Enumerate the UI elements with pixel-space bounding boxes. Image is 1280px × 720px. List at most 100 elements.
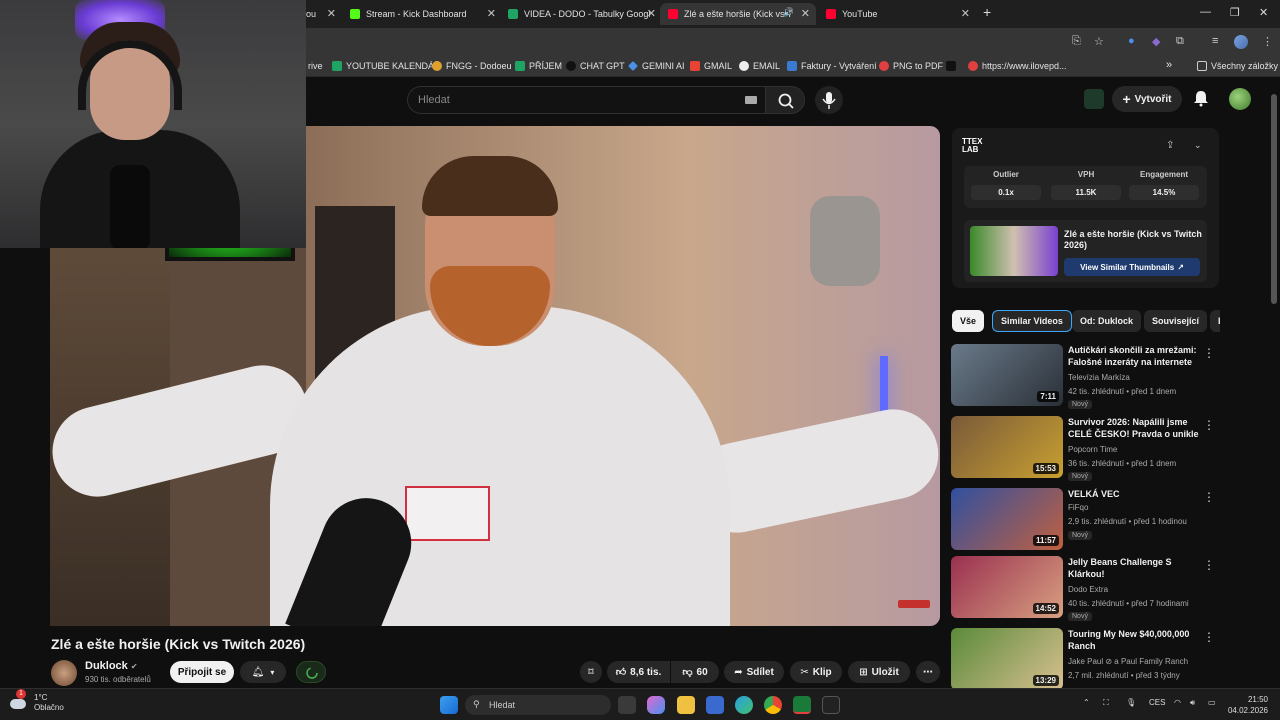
more-actions-button[interactable]: ⋯: [916, 661, 940, 683]
tab-drive[interactable]: ou ✕: [306, 3, 336, 25]
page-scrollbar[interactable]: [1271, 82, 1277, 688]
video-thumbnail[interactable]: 13:29: [951, 628, 1063, 690]
search-input[interactable]: Hledat: [407, 86, 765, 114]
recommendation-item[interactable]: 7:11 Autičkári skončili za mrežami: Falo…: [951, 344, 1219, 409]
video-thumbnail[interactable]: 15:53: [951, 416, 1063, 478]
chevron-down-icon[interactable]: ⌄: [1194, 140, 1202, 151]
menu-icon[interactable]: ⋮: [1262, 35, 1273, 48]
recommendation-title[interactable]: Jelly Beans Challenge S Klárkou!: [1068, 556, 1200, 580]
more-vertical-icon[interactable]: ⋮: [1203, 630, 1215, 644]
close-icon[interactable]: ✕: [327, 7, 336, 20]
new-tab-button[interactable]: +: [983, 4, 991, 20]
extension-icon[interactable]: ●: [1128, 35, 1135, 47]
save-button[interactable]: ⊞ Uložit: [848, 661, 910, 683]
bookmark-item[interactable]: https://www.ilovepd...: [968, 61, 1067, 71]
video-thumbnail[interactable]: 14:52: [951, 556, 1063, 618]
close-icon[interactable]: ✕: [801, 7, 810, 20]
dislike-button[interactable]: 👎︎ 60: [671, 661, 719, 683]
join-button[interactable]: Připojit se: [170, 661, 234, 683]
tab-kick-dashboard[interactable]: Stream - Kick Dashboard ✕: [350, 3, 496, 25]
tab-youtube[interactable]: YouTube ✕: [826, 3, 970, 25]
recommendation-title[interactable]: Survivor 2026: Napálili jsme CELÉ ČESKO!…: [1068, 416, 1200, 440]
chip-from-channel[interactable]: Od: Duklock: [1072, 310, 1142, 332]
recommendation-item[interactable]: 14:52 Jelly Beans Challenge S Klárkou! D…: [951, 556, 1219, 621]
start-icon[interactable]: [440, 696, 458, 714]
bookmark-item[interactable]: rive: [308, 61, 323, 71]
store-icon[interactable]: [706, 696, 724, 714]
video-thumbnail[interactable]: 7:11: [951, 344, 1063, 406]
channel-avatar[interactable]: [51, 660, 77, 686]
channel-name[interactable]: Duklock ✔: [85, 660, 138, 672]
bookmark-item[interactable]: FNGG - Dodoeu: [432, 61, 512, 71]
recommendation-channel[interactable]: FiFqo: [1068, 503, 1088, 512]
bookmark-item[interactable]: GEMINI AI: [628, 61, 685, 71]
bookmark-button[interactable]: ⌑: [580, 661, 602, 683]
bookmark-item[interactable]: EMAIL: [739, 61, 780, 71]
voice-search-button[interactable]: [815, 86, 843, 114]
create-button[interactable]: + Vytvořit: [1112, 86, 1182, 112]
video-thumbnail[interactable]: 11:57: [951, 488, 1063, 550]
profile-avatar[interactable]: [1229, 88, 1251, 110]
recommendation-title[interactable]: VELKÁ VEC: [1068, 488, 1200, 500]
share-button[interactable]: ➦ Sdílet: [724, 661, 784, 683]
bookmark-item[interactable]: CHAT GPT: [566, 61, 625, 71]
recommendation-channel[interactable]: Televízia Markíza: [1068, 373, 1130, 382]
maximize-icon[interactable]: ❐: [1230, 6, 1240, 19]
reading-list-icon[interactable]: ≡: [1212, 35, 1218, 47]
more-vertical-icon[interactable]: ⋮: [1203, 346, 1215, 360]
tab-active-video[interactable]: Zlé a ešte horšie (Kick vs Tw 🔊 ✕: [660, 3, 816, 25]
like-button[interactable]: 👍︎ 8,6 tis.: [607, 661, 670, 683]
mute-icon[interactable]: 🔊: [783, 7, 794, 18]
chevron-up-icon[interactable]: ⌃: [1083, 698, 1090, 707]
profile-avatar[interactable]: [1234, 35, 1248, 49]
bookmark-item[interactable]: PNG to PDF: [879, 61, 943, 71]
clock[interactable]: 21:50 04.02.2026: [1228, 694, 1268, 716]
epic-games-icon[interactable]: [822, 696, 840, 714]
recommendation-item[interactable]: 13:29 Touring My New $40,000,000 Ranch J…: [951, 628, 1219, 692]
video-thumbnail[interactable]: [970, 226, 1058, 276]
recommendation-channel[interactable]: Dodo Extra: [1068, 585, 1108, 594]
language-indicator[interactable]: CES: [1149, 698, 1165, 707]
window-close-icon[interactable]: ✕: [1259, 6, 1268, 19]
more-vertical-icon[interactable]: ⋮: [1203, 418, 1215, 432]
chip-more[interactable]: I: [1210, 310, 1220, 332]
wifi-icon[interactable]: ◠: [1174, 698, 1181, 707]
copilot-icon[interactable]: [647, 696, 665, 714]
extension-icon[interactable]: ◆: [1152, 35, 1160, 48]
file-explorer-icon[interactable]: [677, 696, 695, 714]
recommendation-item[interactable]: 11:57 VELKÁ VEC FiFqo 2,9 tis. zhlédnutí…: [951, 488, 1219, 552]
edge-icon[interactable]: [735, 696, 753, 714]
notifications-button[interactable]: [1191, 88, 1211, 108]
all-bookmarks[interactable]: Všechny záložky: [1197, 61, 1278, 71]
weather-widget[interactable]: 1 1°C Oblačno: [10, 689, 64, 713]
close-icon[interactable]: ✕: [487, 7, 496, 20]
more-vertical-icon[interactable]: ⋮: [1203, 490, 1215, 504]
microphone-icon[interactable]: 🎙︎: [1126, 698, 1136, 707]
tab-google-sheets[interactable]: VIDEA - DODO - Tabulky Googl ✕: [508, 3, 656, 25]
minimize-icon[interactable]: —: [1200, 6, 1211, 18]
recommendation-channel[interactable]: Popcorn Time: [1068, 445, 1117, 454]
bookmark-item[interactable]: Faktury - Vytváření: [787, 61, 877, 71]
close-icon[interactable]: ✕: [647, 7, 656, 20]
scrollbar-thumb[interactable]: [1271, 94, 1277, 304]
recommendation-channel[interactable]: Jake Paul ⊘ a Paul Family Ranch: [1068, 657, 1188, 666]
volume-icon[interactable]: 🔊︎: [1190, 698, 1195, 708]
tray-app-icon[interactable]: ⛶: [1103, 698, 1109, 708]
close-icon[interactable]: ✕: [961, 7, 970, 20]
bookmark-item[interactable]: PŘÍJEM: [515, 61, 562, 71]
taskbar-search[interactable]: ⚲ Hledat: [465, 695, 611, 715]
excel-icon[interactable]: [793, 696, 811, 714]
extensions-puzzle-icon[interactable]: ⧉: [1176, 35, 1184, 48]
search-button[interactable]: [765, 86, 805, 114]
chip-similar-videos[interactable]: Similar Videos: [992, 310, 1072, 332]
recommendation-item[interactable]: 15:53 Survivor 2026: Napálili jsme CELÉ …: [951, 416, 1219, 481]
recommendation-title[interactable]: Autičkári skončili za mrežami: Falošné i…: [1068, 344, 1200, 368]
keyboard-icon[interactable]: [745, 96, 757, 104]
bookmark-item[interactable]: YOUTUBE KALENDÁŘ: [332, 61, 441, 71]
clip-button[interactable]: ✂ Klip: [790, 661, 842, 683]
install-icon[interactable]: ⎘: [1072, 35, 1081, 48]
battery-icon[interactable]: ▭: [1208, 698, 1216, 707]
bookmark-item[interactable]: [946, 61, 960, 71]
share-icon[interactable]: ⇪: [1166, 140, 1174, 151]
extension-icon[interactable]: [1084, 89, 1104, 109]
